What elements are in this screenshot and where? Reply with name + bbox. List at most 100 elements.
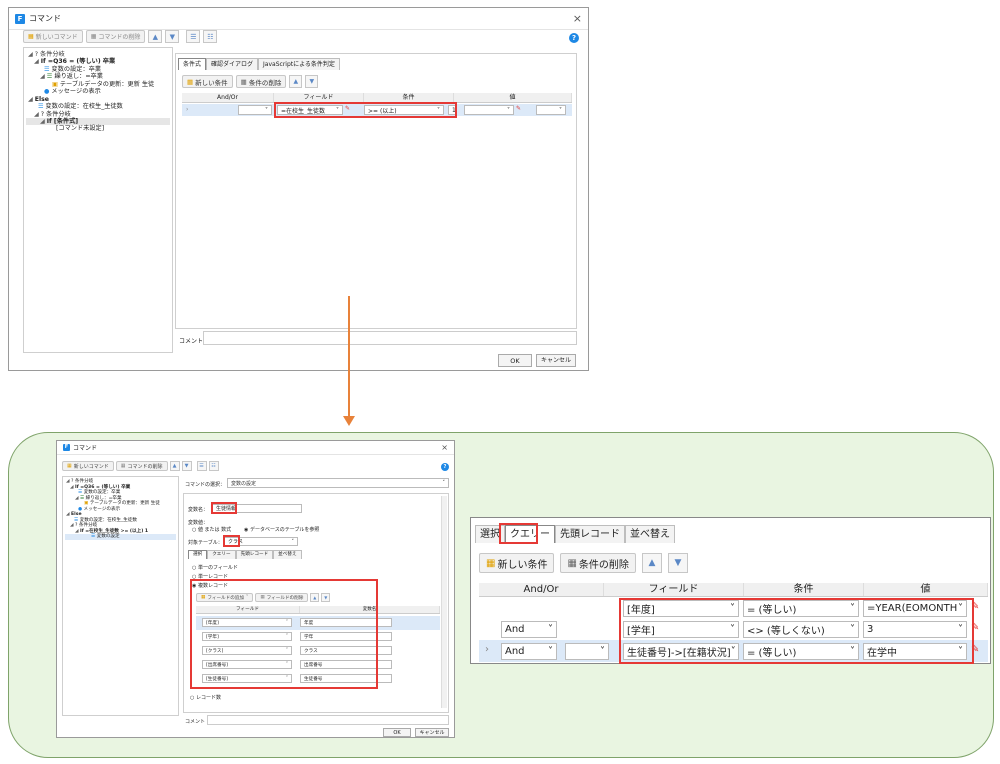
cancel-button[interactable]: キャンセル <box>536 354 576 367</box>
command-dialog-bottom: F コマンド × ▦ 新しいコマンド ▦ コマンドの削除 ▲ ▼ ☰ ☷ ? ◢ ?… <box>56 440 455 738</box>
tree-item[interactable]: ◢ If =Q36 = (等しい) 卒業 <box>26 58 170 65</box>
command-select-label: コマンドの選択： <box>185 482 226 488</box>
tree-item-selected[interactable]: ☰ 変数の設定 <box>65 534 176 540</box>
comment-label: コメント <box>185 719 206 725</box>
delete-icon: ▦ <box>120 463 126 469</box>
cancel-button[interactable]: キャンセル <box>415 728 449 737</box>
new-icon: ▦ <box>187 77 194 86</box>
title-bar: F コマンド × <box>9 8 588 30</box>
chevron-down-icon: ˅ <box>559 106 562 114</box>
close-icon[interactable]: × <box>573 12 582 25</box>
var-value-label: 変数値： <box>188 520 209 526</box>
flow-arrowhead <box>343 416 355 426</box>
move-up-button[interactable]: ▲ <box>641 553 662 573</box>
tab-select[interactable]: 選択 <box>188 550 208 559</box>
value-picker-icon[interactable]: ✎ <box>516 105 521 112</box>
tree-item[interactable]: ☰ 変数の設定：在校生_生徒数 <box>26 103 170 110</box>
tab-first-record[interactable]: 先頭レコード <box>555 525 625 543</box>
variable-icon: ☰ <box>44 65 52 73</box>
highlight-box <box>619 598 974 664</box>
delete-condition-button[interactable]: ▦ 条件の削除 <box>560 553 636 573</box>
target-table-label: 対象テーブル： <box>188 540 223 546</box>
new-command-button[interactable]: ▦ 新しいコマンド <box>23 30 83 43</box>
move-up-button[interactable]: ▲ <box>148 30 163 43</box>
tab-confirm-dialog[interactable]: 確認ダイアログ <box>206 58 259 70</box>
column-header: フィールド <box>604 583 744 596</box>
app-icon: F <box>63 444 70 451</box>
move-down-button[interactable]: ▼ <box>667 553 688 573</box>
move-down-button[interactable]: ▼ <box>165 30 180 43</box>
column-header: And/Or <box>479 583 604 596</box>
move-up-button[interactable]: ▲ <box>169 461 180 471</box>
extra-select[interactable]: ˅ <box>565 643 609 660</box>
radio-value[interactable]: ○ 値 または 数式 <box>192 526 231 533</box>
ok-button[interactable]: OK <box>383 728 411 737</box>
andor-select[interactable]: And ˅ <box>501 621 557 638</box>
query-grid-header: And/Or フィールド 条件 値 <box>479 583 988 597</box>
outdent-button[interactable]: ☷ <box>208 461 219 471</box>
tab-query[interactable]: クエリー <box>207 550 236 559</box>
close-icon[interactable]: × <box>441 443 448 452</box>
var-name-label: 変数名： <box>188 507 209 513</box>
radio-db[interactable]: ◉ データベースのテーブルを参照 <box>244 526 319 533</box>
delete-icon: ▦ <box>90 33 97 40</box>
tab-sort[interactable]: 並べ替え <box>625 525 675 543</box>
delete-command-button[interactable]: ▦ コマンドの削除 <box>85 30 146 43</box>
condition-tabs: 条件式 確認ダイアログ JavaScriptによる条件判定 <box>178 58 340 70</box>
andor-select[interactable]: ˅ <box>238 105 272 115</box>
option-single-field[interactable]: ○ 単一のフィールド <box>192 564 238 571</box>
tree-item[interactable]: [コマンド未設定] <box>26 125 170 132</box>
comment-label: コメント <box>179 338 204 345</box>
tree-item[interactable]: ● メッセージの表示 <box>26 88 170 95</box>
indent-button[interactable]: ☰ <box>196 461 207 471</box>
help-icon[interactable]: ? <box>441 463 449 471</box>
comment-input[interactable] <box>203 331 577 345</box>
tab-first-record[interactable]: 先頭レコード <box>235 550 274 559</box>
move-down-button[interactable]: ▼ <box>305 75 319 88</box>
option-record-count[interactable]: ○ レコード数 <box>190 694 221 701</box>
extra-select[interactable]: ˅ <box>536 105 566 115</box>
query-toolbar: ▦ 新しい条件 ▦ 条件の削除 ▲ ▼ <box>479 553 688 573</box>
andor-select[interactable]: And ˅ <box>501 643 557 660</box>
tab-sort[interactable]: 並べ替え <box>273 550 302 559</box>
scrollbar[interactable] <box>441 496 447 708</box>
new-condition-button[interactable]: ▦ 新しい条件 <box>182 75 233 88</box>
column-header: フィールド <box>274 93 364 102</box>
column-header: 値 <box>864 583 988 596</box>
tree-item[interactable]: ◢ ☰ 繰り返し：=卒業 <box>26 73 170 80</box>
new-command-button[interactable]: ▦ 新しいコマンド <box>62 461 114 471</box>
toolbar: ▦ 新しいコマンド ▦ コマンドの削除 ▲ ▼ ☰ ☷ <box>23 30 218 43</box>
indent-button[interactable]: ☰ <box>186 30 201 43</box>
condition-panel: 条件式 確認ダイアログ JavaScriptによる条件判定 ▦ 新しい条件 ▦ 条件… <box>175 53 577 329</box>
column-header: 条件 <box>364 93 454 102</box>
delete-command-button[interactable]: ▦ コマンドの削除 <box>115 461 168 471</box>
new-icon: ▦ <box>28 33 34 40</box>
tab-javascript[interactable]: JavaScriptによる条件判定 <box>258 58 340 70</box>
delete-condition-button[interactable]: ▦ 条件の削除 <box>235 75 287 88</box>
outdent-button[interactable]: ☷ <box>203 30 218 43</box>
new-condition-button[interactable]: ▦ 新しい条件 <box>479 553 555 573</box>
table-tabs: 選択 クエリー 先頭レコード 並べ替え <box>188 550 302 559</box>
highlight-box <box>223 535 240 547</box>
command-select[interactable]: 変数の設定 ˅ <box>227 478 449 488</box>
move-up-button[interactable]: ▲ <box>289 75 303 88</box>
window-title: コマンド <box>73 445 98 452</box>
value-select[interactable]: ˅ <box>464 105 514 115</box>
help-icon[interactable]: ? <box>569 33 579 43</box>
new-icon: ▦ <box>67 463 72 469</box>
ok-button[interactable]: OK <box>498 354 532 367</box>
tab-condition[interactable]: 条件式 <box>178 58 207 70</box>
column-header: And/Or <box>182 93 274 102</box>
chevron-down-icon: ˅ <box>548 646 553 657</box>
window-title: コマンド <box>29 14 61 23</box>
new-icon: ▦ <box>486 557 496 569</box>
move-down-button[interactable]: ▼ <box>181 461 192 471</box>
tree-item[interactable]: ◢ ? 条件分岐 <box>26 111 170 118</box>
command-dialog-top: F コマンド × ▦ 新しいコマンド ▦ コマンドの削除 ▲ ▼ ☰ ☷ ? ◢ ?… <box>8 7 589 371</box>
tree-item[interactable]: ◢ Else <box>26 96 170 103</box>
chevron-down-icon: ˅ <box>265 106 268 114</box>
delete-icon: ▦ <box>240 77 247 86</box>
comment-input[interactable] <box>207 715 449 725</box>
row-indicator-icon: › <box>186 106 189 113</box>
highlight-box <box>211 502 237 514</box>
